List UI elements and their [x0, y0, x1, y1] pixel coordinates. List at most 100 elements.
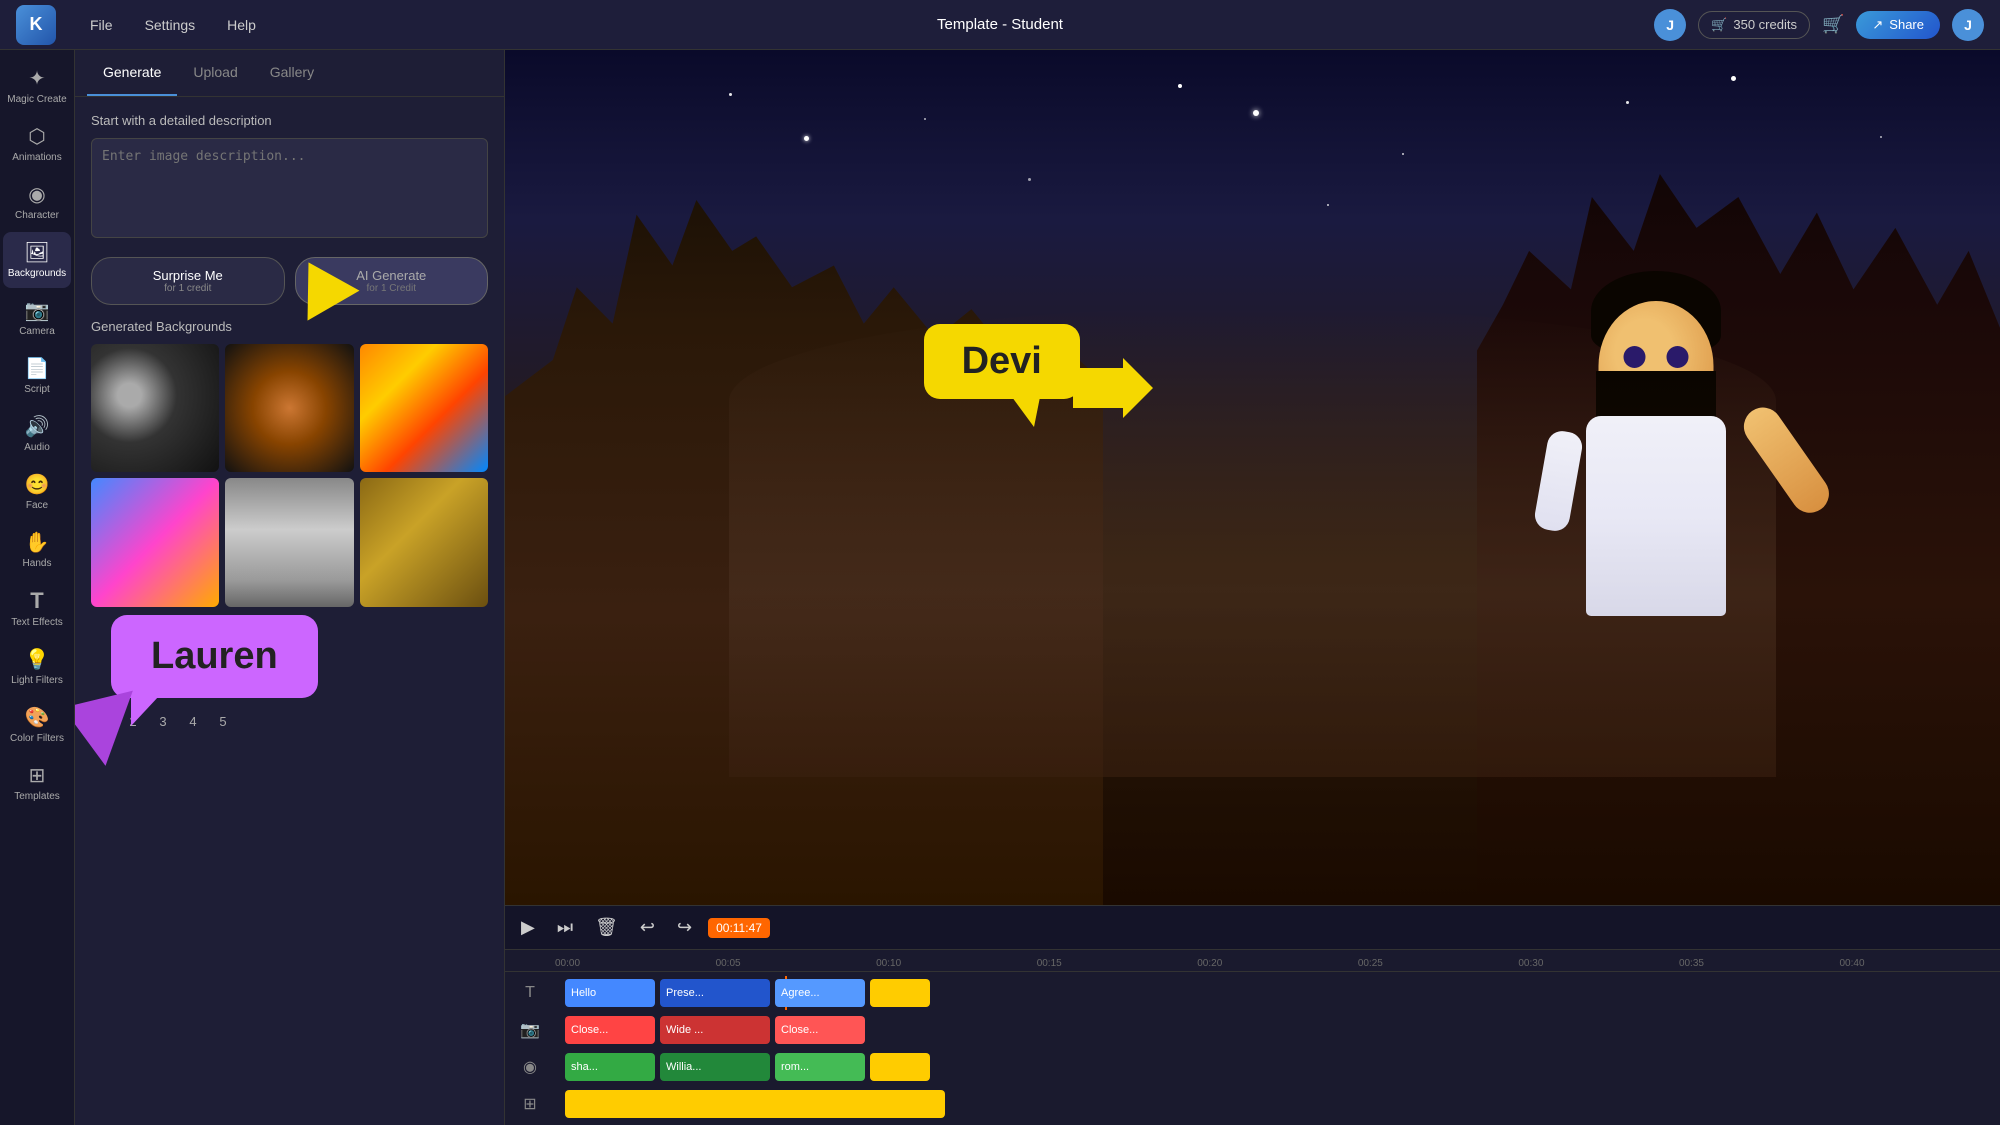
user-avatar-j[interactable]: J: [1654, 9, 1686, 41]
camera-clip-3[interactable]: Close...: [775, 1016, 865, 1044]
delete-button[interactable]: 🗑: [589, 913, 624, 942]
nav-help[interactable]: Help: [213, 11, 270, 39]
character-icon: ◉: [28, 182, 45, 207]
sidebar-item-text-effects[interactable]: T Text Effects: [3, 580, 71, 637]
sidebar-label-magic-create: Magic Create: [7, 94, 66, 106]
devi-arrow-container: [1073, 358, 1153, 423]
nav-right: J 🛒 350 credits 🛒 ↗ Share J: [1654, 9, 1984, 41]
ruler-mark-1: 00:05: [716, 958, 877, 969]
sidebar-item-animations[interactable]: ⬡ Animations: [3, 116, 71, 172]
description-section-title: Start with a detailed description: [91, 113, 488, 128]
bottom-track-icon: ⊞: [505, 1094, 555, 1114]
text-clip-1[interactable]: Hello: [565, 979, 655, 1007]
generated-bg-1[interactable]: [91, 344, 219, 472]
top-nav: K File Settings Help Template - Student …: [0, 0, 2000, 50]
sidebar-label-script: Script: [24, 384, 50, 396]
camera-track-row: 📷 Close... Wide ... Close...: [505, 1013, 2000, 1047]
sidebar-item-camera[interactable]: 📷 Camera: [3, 290, 71, 346]
tab-generate[interactable]: Generate: [87, 50, 177, 96]
bottom-track-row: ⊞: [505, 1087, 2000, 1121]
generated-bg-3[interactable]: [360, 344, 488, 472]
camera-track-icon: 📷: [505, 1020, 555, 1040]
ruler-mark-3: 00:15: [1037, 958, 1198, 969]
audio-icon: 🔊: [25, 414, 50, 439]
generated-bg-6[interactable]: [360, 478, 488, 606]
ruler-mark-0: 00:00: [555, 958, 716, 969]
main-layout: ✦ Magic Create ⬡ Animations ◉ Character …: [0, 50, 2000, 1125]
timeline-ruler: 00:00 00:05 00:10 00:15 00:20 00:25 00:3…: [505, 950, 2000, 972]
undo-button[interactable]: ↩: [634, 913, 661, 942]
text-clip-3[interactable]: Agree...: [775, 979, 865, 1007]
character-clip-3[interactable]: rom...: [775, 1053, 865, 1081]
timeline-tracks: T Hello Prese... Agree... 📷 Close... Wid…: [505, 972, 2000, 1125]
generated-bg-4[interactable]: [91, 478, 219, 606]
generated-bg-5[interactable]: [225, 478, 353, 606]
sidebar-label-audio: Audio: [24, 442, 50, 454]
cart-icon[interactable]: 🛒: [1822, 14, 1844, 35]
sidebar-item-face[interactable]: 😊 Face: [3, 464, 71, 520]
generated-bg-2[interactable]: [225, 344, 353, 472]
sidebar-item-magic-create[interactable]: ✦ Magic Create: [3, 58, 71, 114]
sidebar-label-color-filters: Color Filters: [10, 733, 64, 745]
sidebar-label-animations: Animations: [12, 152, 61, 164]
timeline-controls: ▶ ⏭ 🗑 ↩ ↪ 00:11:47: [505, 906, 2000, 950]
user-avatar-j2[interactable]: J: [1952, 9, 1984, 41]
sidebar-item-hands[interactable]: ✋ Hands: [3, 522, 71, 578]
sidebar-item-color-filters[interactable]: 🎨 Color Filters: [3, 697, 71, 753]
sidebar-label-light-filters: Light Filters: [11, 675, 63, 687]
skip-to-end-button[interactable]: ⏭: [551, 913, 579, 942]
nav-settings[interactable]: Settings: [131, 11, 210, 39]
sidebar-item-character[interactable]: ◉ Character: [3, 174, 71, 230]
ai-generate-label: AI Generate: [356, 268, 426, 283]
sidebar-label-text-effects: Text Effects: [11, 617, 63, 629]
character-clip-4[interactable]: [870, 1053, 930, 1081]
camera-clip-1[interactable]: Close...: [565, 1016, 655, 1044]
play-button[interactable]: ▶: [515, 913, 541, 942]
panel-content: Start with a detailed description Surpri…: [75, 97, 504, 1125]
character-clip-2[interactable]: Willia...: [660, 1053, 770, 1081]
character-track-content: sha... Willia... rom...: [555, 1050, 2000, 1084]
preview-area: Devi ▶ ⏭ 🗑 ↩ ↪ 00:: [505, 50, 2000, 1125]
sidebar-item-backgrounds[interactable]: 🖼 Backgrounds: [3, 232, 71, 288]
lauren-arrow: [131, 696, 159, 726]
time-display: 00:11:47: [708, 918, 770, 938]
character-clip-1[interactable]: sha...: [565, 1053, 655, 1081]
sidebar-label-character: Character: [15, 210, 59, 222]
share-icon: ↗: [1872, 17, 1883, 33]
text-clip-2[interactable]: Prese...: [660, 979, 770, 1007]
description-textarea[interactable]: [91, 138, 488, 238]
devi-tooltip-tail: [1012, 397, 1040, 427]
tab-upload[interactable]: Upload: [177, 50, 253, 96]
sidebar-item-light-filters[interactable]: 💡 Light Filters: [3, 639, 71, 695]
script-icon: 📄: [25, 356, 50, 381]
redo-button[interactable]: ↪: [671, 913, 698, 942]
ruler-mark-4: 00:20: [1197, 958, 1358, 969]
ruler-mark-5: 00:25: [1358, 958, 1519, 969]
tab-gallery[interactable]: Gallery: [254, 50, 330, 96]
char-body: [1586, 416, 1726, 616]
sidebar-item-script[interactable]: 📄 Script: [3, 348, 71, 404]
page-4[interactable]: 4: [181, 710, 205, 734]
nav-file[interactable]: File: [76, 11, 127, 39]
side-panel: Generate Upload Gallery Start with a det…: [75, 50, 505, 1125]
bottom-clip-1[interactable]: [565, 1090, 945, 1118]
camera-track-content: Close... Wide ... Close...: [555, 1013, 2000, 1047]
text-clip-4[interactable]: [870, 979, 930, 1007]
share-button[interactable]: ↗ Share: [1856, 11, 1940, 39]
canvas-area[interactable]: Devi: [505, 50, 2000, 905]
character-figure: [1536, 271, 1776, 751]
devi-arrow-icon: [1073, 358, 1153, 418]
surprise-me-button[interactable]: Surprise Me for 1 credit: [91, 257, 285, 305]
sidebar-label-backgrounds: Backgrounds: [8, 268, 66, 280]
animations-icon: ⬡: [28, 124, 45, 149]
page-5[interactable]: 5: [211, 710, 235, 734]
nav-menu: File Settings Help: [76, 11, 270, 39]
camera-clip-2[interactable]: Wide ...: [660, 1016, 770, 1044]
hands-icon: ✋: [25, 530, 50, 555]
text-track-row: T Hello Prese... Agree...: [505, 976, 2000, 1010]
char-arm-left: [1532, 429, 1584, 534]
sidebar-item-templates[interactable]: ⊞ Templates: [3, 755, 71, 811]
scene-background: Devi: [505, 50, 2000, 905]
sidebar-item-audio[interactable]: 🔊 Audio: [3, 406, 71, 462]
credits-button[interactable]: 🛒 350 credits: [1698, 11, 1810, 39]
